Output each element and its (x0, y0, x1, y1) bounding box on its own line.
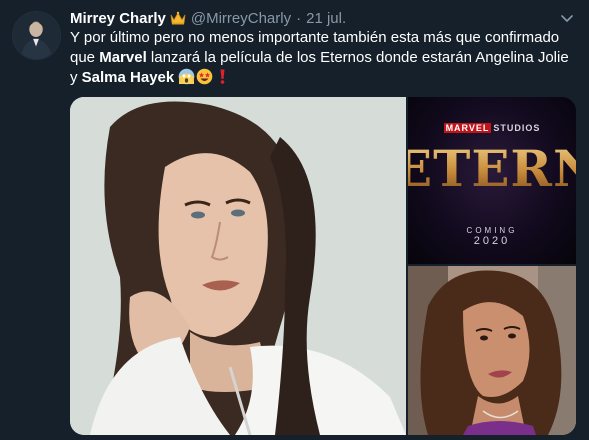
poster-studio-prefix: MARVEL (443, 123, 492, 133)
poster-year: 2020 (473, 235, 511, 247)
exclamation-icon (214, 68, 231, 85)
photo-salma-hayek[interactable] (408, 266, 576, 435)
photo-angelina-jolie[interactable] (70, 97, 406, 435)
separator: · (296, 9, 302, 27)
tweet[interactable]: Mirrey Charly @MirreyCharly · 21 jul. Y … (0, 0, 589, 440)
tweet-text: Y por último pero no menos importante ta… (70, 28, 578, 88)
display-name[interactable]: Mirrey Charly (70, 10, 166, 27)
timestamp[interactable]: 21 jul. (306, 10, 346, 27)
media-grid: MARVELSTUDIOS ETERNALS COMING 2020 (70, 97, 576, 435)
photo-eternals-poster[interactable]: MARVELSTUDIOS ETERNALS COMING 2020 (408, 97, 576, 264)
mention-salma-hayek: Salma Hayek (81, 69, 175, 86)
poster-studio-suffix: STUDIOS (493, 123, 541, 133)
crown-icon (170, 11, 186, 25)
scream-icon (178, 68, 195, 85)
poster-studio-label: MARVEL STUDIOS (408, 123, 576, 133)
mention-marvel: Marvel (99, 49, 147, 66)
poster-coming-label: COMING 2020 (408, 225, 576, 247)
avatar[interactable] (12, 11, 61, 60)
chevron-down-icon[interactable] (559, 10, 575, 26)
star-struck-icon (196, 68, 213, 85)
handle[interactable]: @MirreyCharly (191, 10, 291, 27)
tweet-header: Mirrey Charly @MirreyCharly · 21 jul. (70, 8, 549, 28)
poster-title: ETERNALS (408, 139, 576, 198)
